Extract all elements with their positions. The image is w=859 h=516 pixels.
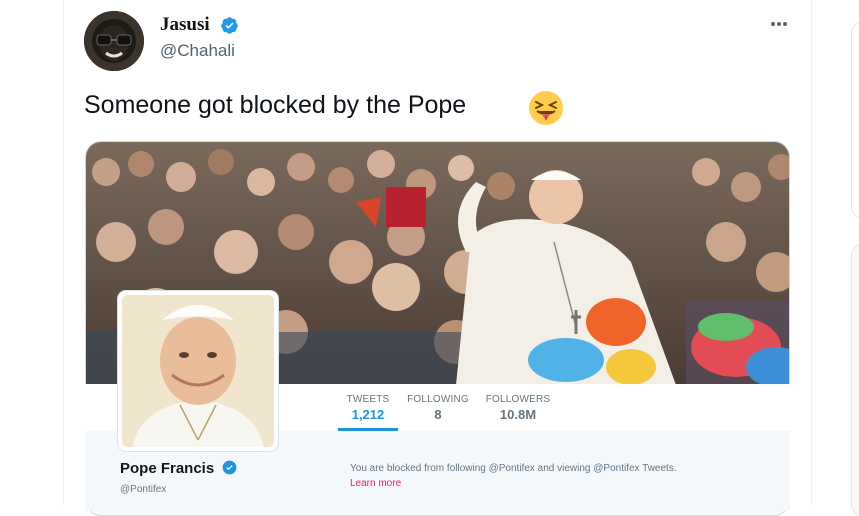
blocked-message: You are blocked from following @Pontifex… <box>350 463 677 474</box>
right-sidebar-panel-lower <box>851 244 859 516</box>
stat-value: 1,212 <box>351 407 385 422</box>
stat-value: 10.8M <box>499 407 537 422</box>
author-handle[interactable]: @Chahali <box>160 41 235 61</box>
stat-following[interactable]: FOLLOWING 8 <box>406 394 470 422</box>
stat-label: TWEETS <box>346 394 390 405</box>
author-avatar[interactable] <box>84 11 144 71</box>
stat-label: FOLLOWING <box>407 394 469 405</box>
profile-name: Pope Francis <box>120 460 215 477</box>
verified-badge-icon <box>221 17 238 34</box>
squinting-face-with-tongue-icon <box>529 91 563 125</box>
more-horizontal-icon[interactable] <box>766 14 792 38</box>
author-name[interactable]: Jasusi <box>160 14 210 36</box>
verified-badge-icon <box>222 460 237 475</box>
profile-handle: @Pontifex <box>120 484 167 495</box>
active-tab-indicator <box>338 428 398 431</box>
learn-more-link: Learn more <box>350 478 402 489</box>
stat-tweets[interactable]: TWEETS 1,212 <box>344 394 392 422</box>
stat-followers[interactable]: FOLLOWERS 10.8M <box>484 394 552 422</box>
stat-label: FOLLOWERS <box>485 394 551 405</box>
tweet-text: Someone got blocked by the Pope <box>84 91 467 119</box>
profile-avatar <box>122 295 274 447</box>
stat-value: 8 <box>434 407 442 422</box>
right-sidebar-panel <box>851 22 859 218</box>
